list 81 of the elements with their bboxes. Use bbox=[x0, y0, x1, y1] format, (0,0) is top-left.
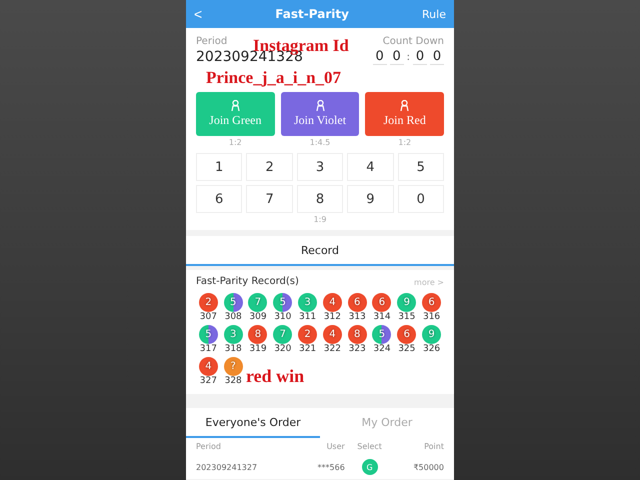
number-button[interactable]: 3 bbox=[296, 153, 344, 181]
result-ball: 5 bbox=[224, 293, 243, 312]
number-button[interactable]: 0 bbox=[398, 185, 444, 213]
period-number: 324 bbox=[373, 344, 391, 354]
column-header: Select bbox=[356, 442, 383, 451]
period-number: 319 bbox=[249, 344, 267, 354]
join-button[interactable]: Join Red bbox=[365, 92, 444, 136]
period-number: 320 bbox=[274, 344, 292, 354]
odds-label: 1:9 bbox=[314, 215, 326, 224]
record-tab[interactable]: Record bbox=[186, 236, 454, 266]
result-ball: 6 bbox=[348, 293, 367, 312]
column-header: Point bbox=[423, 442, 444, 451]
countdown-digit: 0 bbox=[372, 49, 387, 65]
records-title: Fast-Parity Record(s) bbox=[196, 276, 299, 287]
period-number: 310 bbox=[274, 312, 292, 322]
period-number: 325 bbox=[398, 344, 416, 354]
result-ball: 8 bbox=[348, 325, 367, 344]
person-icon bbox=[230, 100, 240, 111]
number-button[interactable]: 7 bbox=[246, 185, 293, 213]
period-number: 314 bbox=[373, 312, 391, 322]
result-ball: 2 bbox=[298, 325, 318, 344]
period-number: 322 bbox=[324, 344, 341, 354]
countdown-digit: 0 bbox=[390, 49, 404, 65]
period-number: 311 bbox=[298, 312, 316, 322]
overlay-caption: Prince_j_a_i_n_07 bbox=[206, 68, 342, 88]
result-ball: ? bbox=[224, 357, 243, 376]
odds-label: 1:2 bbox=[228, 138, 242, 147]
result-ball: 6 bbox=[422, 293, 442, 312]
period-label: Period bbox=[196, 36, 228, 47]
period-number: 327 bbox=[200, 376, 217, 386]
odds-label: 1:4.5 bbox=[310, 138, 330, 147]
table-cell-text: ***566 bbox=[316, 462, 345, 472]
overlay-caption: red win bbox=[246, 366, 304, 387]
odds-label: 1:2 bbox=[398, 138, 412, 147]
number-button[interactable]: 9 bbox=[347, 185, 394, 213]
person-icon bbox=[316, 100, 324, 111]
result-ball: 8 bbox=[248, 325, 268, 344]
period-number: 323 bbox=[348, 344, 366, 354]
result-ball: 2 bbox=[198, 293, 218, 312]
join-button[interactable]: Join Violet bbox=[280, 92, 360, 136]
page-title: Fast-Parity bbox=[275, 7, 349, 21]
result-ball: 4 bbox=[322, 293, 342, 312]
table-cell-text: ₹50000 bbox=[412, 462, 444, 472]
result-ball: 4 bbox=[322, 325, 342, 344]
period-number: 326 bbox=[422, 344, 440, 354]
result-ball: 7 bbox=[273, 325, 292, 344]
countdown-digit: 0 bbox=[413, 49, 427, 65]
result-ball: 7 bbox=[248, 293, 268, 312]
number-button[interactable]: 4 bbox=[347, 153, 394, 181]
number-button[interactable]: 6 bbox=[196, 185, 242, 213]
number-button[interactable]: 8 bbox=[296, 185, 344, 213]
countdown-label: Count Down bbox=[382, 36, 444, 47]
number-button[interactable]: 2 bbox=[246, 153, 293, 181]
person-icon bbox=[400, 100, 410, 111]
result-ball: 3 bbox=[224, 325, 243, 344]
result-ball: 9 bbox=[397, 293, 416, 312]
period-number: 308 bbox=[224, 312, 242, 322]
result-ball: 9 bbox=[422, 325, 442, 344]
period-number: 309 bbox=[249, 312, 267, 322]
period-number: 321 bbox=[298, 344, 316, 354]
period-number: 316 bbox=[422, 312, 440, 322]
countdown-digit: 0 bbox=[430, 49, 444, 65]
period-number: 315 bbox=[398, 312, 416, 322]
period-number: 318 bbox=[224, 344, 242, 354]
number-button[interactable]: 5 bbox=[398, 153, 444, 181]
result-ball: 3 bbox=[298, 293, 318, 312]
period-number: 307 bbox=[200, 312, 217, 322]
result-ball: 5 bbox=[198, 325, 218, 344]
period-number: 317 bbox=[200, 344, 217, 354]
result-ball: 4 bbox=[198, 357, 218, 376]
selection-dot: G bbox=[362, 459, 378, 475]
time-separator: : bbox=[406, 52, 410, 62]
result-ball: 6 bbox=[397, 325, 416, 344]
table-cell-text: 202309241327 bbox=[196, 462, 258, 472]
number-button[interactable]: 1 bbox=[196, 153, 242, 181]
period-number: 328 bbox=[224, 376, 242, 386]
column-header: User bbox=[326, 442, 345, 451]
period-number: 313 bbox=[348, 312, 366, 322]
period-number: 312 bbox=[324, 312, 341, 322]
result-ball: 6 bbox=[372, 293, 392, 312]
column-header: Period bbox=[196, 442, 222, 451]
